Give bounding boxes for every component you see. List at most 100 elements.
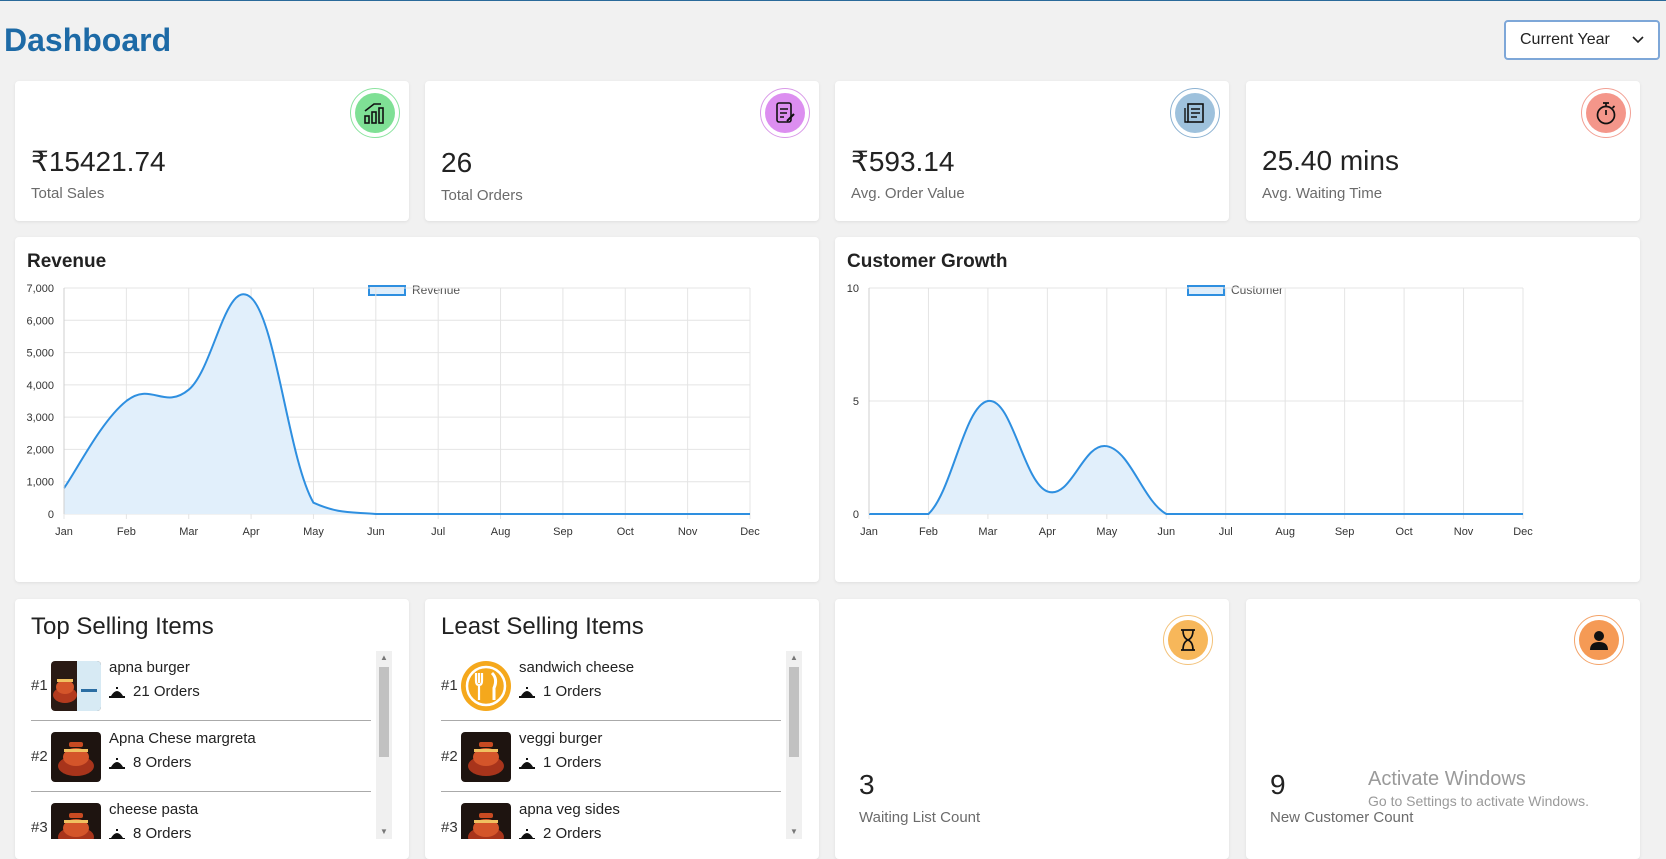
top-selling-list[interactable]: #1 apna burger 21 Orders #2 Apna Chese m… [31,651,371,839]
list-item[interactable]: #3 apna veg sides 2 Orders [441,793,781,839]
y-tick-label: 5 [853,396,859,408]
item-orders: 1 Orders [519,683,601,700]
scroll-up-icon[interactable]: ▲ [376,651,392,665]
divider [31,720,371,721]
x-tick-label: Sep [1335,526,1355,538]
item-name: cheese pasta [109,801,199,818]
stat-label: Avg. Order Value [851,185,965,202]
list-item[interactable]: #1 sandwich cheese 1 Orders [441,651,781,721]
item-name: sandwich cheese [519,659,635,676]
top-border [0,0,1666,1]
list-title: Least Selling Items [441,613,644,640]
item-orders-text: 1 Orders [543,754,602,771]
food-photo [461,803,511,839]
activate-windows-watermark: Activate Windows Go to Settings to activ… [1368,768,1589,809]
y-tick-label: 3,000 [26,412,54,424]
y-tick-label: 2,000 [26,444,54,456]
item-orders-text: 21 Orders [133,683,200,700]
scrollbar-thumb[interactable] [379,667,389,757]
item-rank: #3 [441,819,458,836]
series-area [869,400,1523,514]
bar-chart-up-icon [350,88,400,138]
food-photo [51,803,101,839]
watermark-title: Activate Windows [1368,768,1526,790]
least-selling-card: Least Selling Items #1 sandwich cheese 1… [425,599,819,859]
waiting-list-card: 3 Waiting List Count [835,599,1229,859]
scroll-up-icon[interactable]: ▲ [786,651,802,665]
cloche-icon [519,828,535,839]
stat-card-total-orders: 26 Total Orders [425,81,819,221]
x-tick-label: Jun [367,526,385,538]
x-tick-label: Jun [1157,526,1175,538]
revenue-chart: 0 1,000 2,000 3,000 4,000 5,000 6,000 7,000 Jan F… [26,283,760,538]
item-rank: #2 [441,748,458,765]
item-orders: 8 Orders [109,754,191,771]
x-tick-label: Apr [1039,526,1056,538]
period-select[interactable]: Current Year [1504,20,1660,60]
least-selling-list[interactable]: #1 sandwich cheese 1 Orders #2 veggi bur… [441,651,781,839]
scroll-down-icon[interactable]: ▼ [376,825,392,839]
page-title: Dashboard [4,22,172,58]
list-item[interactable]: #3 cheese pasta 8 Orders [31,793,371,839]
chevron-down-icon [1632,31,1644,49]
item-name: Apna Chese margreta [109,730,256,747]
revenue-chart-card: Revenue Revenue 0 1,000 2,000 3,000 4,000 5,0… [15,237,819,582]
new-customer-card: 9 New Customer Count [1246,599,1640,859]
item-rank: #1 [441,677,458,694]
order-edit-icon [760,88,810,138]
stat-card-avg-order-value: ₹593.14 Avg. Order Value [835,81,1229,221]
x-tick-label: Dec [740,526,760,538]
user-icon [1574,615,1624,665]
x-tick-label: Aug [491,526,511,538]
x-tick-label: May [303,526,324,538]
stat-label: Total Orders [441,187,523,204]
period-select-value: Current Year [1520,31,1610,48]
list-item[interactable]: #1 apna burger 21 Orders [31,651,371,721]
scrollbar-thumb[interactable] [789,667,799,757]
x-tick-label: May [1096,526,1117,538]
divider [441,791,781,792]
item-orders: 8 Orders [109,825,191,839]
customer-count: 9 [1270,769,1286,800]
x-tick-label: Nov [1454,526,1474,538]
scroll-down-icon[interactable]: ▼ [786,825,802,839]
list-item[interactable]: #2 veggi burger 1 Orders [441,722,781,792]
y-tick-label: 5,000 [26,348,54,360]
stat-card-total-sales: ₹15421.74 Total Sales [15,81,409,221]
stat-card-avg-waiting-time: 25.40 mins Avg. Waiting Time [1246,81,1640,221]
stopwatch-icon [1581,88,1631,138]
x-tick-label: Jul [431,526,445,538]
y-tick-label: 0 [853,509,859,521]
cloche-icon [109,686,125,698]
cloche-icon [109,828,125,839]
x-tick-label: Apr [243,526,260,538]
item-orders-text: 1 Orders [543,683,602,700]
x-tick-label: Dec [1513,526,1533,538]
x-tick-label: Jan [860,526,878,538]
x-tick-label: Feb [117,526,136,538]
y-tick-label: 4,000 [26,380,54,392]
item-orders: 21 Orders [109,683,200,700]
y-tick-label: 7,000 [26,283,54,295]
y-tick-label: 0 [48,509,54,521]
cloche-icon [519,757,535,769]
item-orders-text: 8 Orders [133,825,192,839]
series-area [64,294,750,514]
divider [441,720,781,721]
customer-label: New Customer Count [1270,809,1414,826]
x-tick-label: Aug [1275,526,1295,538]
item-name: apna veg sides [519,801,620,818]
food-photo [461,732,511,782]
list-scrollbar[interactable]: ▲ ▼ [376,651,392,839]
item-orders-text: 2 Orders [543,825,602,839]
x-tick-label: Sep [553,526,573,538]
watermark-subtitle: Go to Settings to activate Windows. [1368,793,1589,809]
list-scrollbar[interactable]: ▲ ▼ [786,651,802,839]
x-tick-label: Nov [678,526,698,538]
food-photo [51,661,101,711]
top-selling-card: Top Selling Items #1 apna burger 21 Orde… [15,599,409,859]
list-item[interactable]: #2 Apna Chese margreta 8 Orders [31,722,371,792]
divider [31,791,371,792]
stat-value: ₹15421.74 [31,146,166,177]
y-tick-label: 10 [847,283,859,295]
